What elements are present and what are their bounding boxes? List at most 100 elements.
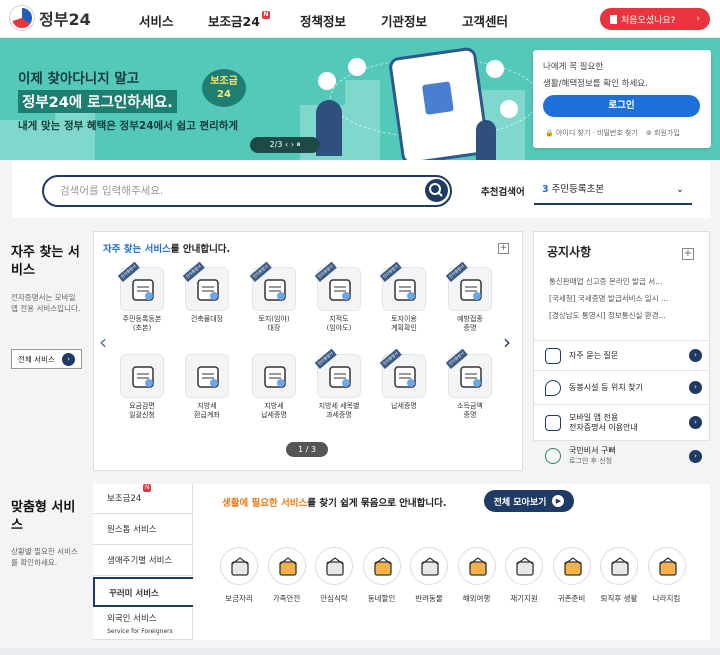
package-label: 재기지원: [510, 594, 538, 603]
service-label-sub: (초본): [132, 324, 152, 332]
first-visit-button[interactable]: 처음오셨나요? ›: [600, 8, 710, 30]
helmet-icon: [647, 547, 686, 585]
frequent-title: 자주 찾는 서비스를 안내합니다.: [103, 241, 230, 255]
next-arrow-icon[interactable]: ›: [503, 330, 511, 354]
subsidy24-badge: 보조금 24: [202, 69, 246, 107]
service-label: 토지(임야): [258, 315, 290, 323]
hero-line2: 정부24에 로그인하세요.: [18, 90, 177, 113]
service-label: 지방세 세목별: [318, 402, 360, 410]
view-all-button[interactable]: 전체 모아보기 ▶: [484, 490, 574, 512]
faq-label: 자주 묻는 질문: [569, 350, 619, 360]
notice-item[interactable]: [경상남도 통영시] 정보통신실 환경...: [549, 310, 699, 321]
package-item[interactable]: 반려동물: [406, 547, 452, 604]
search-button[interactable]: [425, 179, 448, 202]
package-label: 가족안전: [272, 594, 301, 603]
service-label-sub: 일괄신청: [129, 411, 155, 419]
custom-side-desc: 상황별 필요한 서비스를 확인하세요.: [11, 547, 78, 567]
package-item[interactable]: 귀촌준비: [549, 547, 595, 604]
service-item[interactable]: 전자증명서 지방세 세목별 과세증명: [310, 348, 368, 420]
person-illustration: [316, 100, 342, 156]
location-label: 동봉시설 등 위치 찾기: [569, 382, 643, 392]
nav-subsidy24[interactable]: 보조금24 N: [208, 11, 270, 30]
dining-icon: [315, 547, 353, 585]
service-item[interactable]: 전자증명서 주민등록등본 (초본): [113, 261, 171, 333]
service-icon-box: [252, 354, 296, 398]
gubbi-link[interactable]: 국민비서 구삐 로그인 후 신청 ›: [533, 440, 710, 471]
recommended-select[interactable]: 3 주민등록초본 ⌄: [534, 177, 692, 205]
signup-link[interactable]: ⊚ 회원가입: [646, 128, 680, 138]
login-box: 나에게 꼭 필요한 생활/혜택정보를 확인 하세요. 로그인 🔒 아이디 찾기 …: [533, 50, 711, 148]
service-item[interactable]: 전자증명서 지적도 (임야도): [310, 261, 368, 333]
search-input[interactable]: 검색어를 입력해주세요.: [42, 175, 452, 207]
package-item[interactable]: 보금자리: [216, 547, 262, 604]
package-label: 나라지킴: [652, 594, 681, 603]
mobile-app-label1: 모바일 앱 전용: [569, 412, 619, 422]
package-item[interactable]: 나라지킴: [644, 547, 690, 604]
notice-item[interactable]: 통신판매업 신고증 온라인 발급 서...: [549, 276, 699, 287]
nav-customer[interactable]: 고객센터: [462, 11, 508, 30]
service-item[interactable]: 지방세 환급계좌: [178, 354, 236, 420]
nav-service[interactable]: 서비스: [139, 11, 174, 30]
coins-icon: [460, 366, 482, 388]
package-item[interactable]: 재기지원: [501, 547, 547, 604]
custom-side-title: 맞춤형 서비스: [11, 500, 76, 533]
service-item[interactable]: 전자증명서 토지이용 계획확인: [375, 261, 433, 333]
service-item[interactable]: 전자증명서 토지(임야) 대장: [245, 261, 303, 333]
tax-doc-icon: [264, 366, 286, 388]
mail-icon: [500, 100, 518, 118]
nav-policy[interactable]: 정책정보: [300, 11, 346, 30]
prev-arrow-icon[interactable]: ‹: [99, 330, 107, 354]
new-badge: N: [143, 484, 152, 492]
service-item[interactable]: 지방세 납세증명: [245, 354, 303, 420]
login-text1: 나에게 꼭 필요한: [543, 62, 604, 72]
service-item[interactable]: 요금감면 일괄신청: [113, 354, 171, 420]
tab-foreigner[interactable]: 외국인 서비스 Service for Foreigners: [93, 608, 193, 640]
tab-lifecycle[interactable]: 생애주기별 서비스: [93, 546, 193, 576]
service-icon-box: 전자증명서: [445, 261, 492, 311]
site-logo[interactable]: 정부24: [10, 6, 91, 30]
service-label-sub: 대장: [267, 324, 281, 332]
service-item[interactable]: 전자증명서 예방접종 증명: [441, 261, 499, 333]
tab-label: 보조금24: [107, 494, 142, 504]
package-item[interactable]: 해외여행: [454, 547, 500, 604]
find-id-password-link[interactable]: 🔒 아이디 찾기 · 비밀번호 찾기: [545, 128, 638, 138]
all-services-button[interactable]: 전체 서비스 ›: [11, 349, 82, 369]
location-link[interactable]: 동봉시설 등 위치 찾기 ›: [533, 370, 710, 404]
service-item[interactable]: 전자증명서 납세증명: [375, 348, 433, 411]
package-item[interactable]: 퇴직후 생활: [596, 547, 642, 604]
freq-side-desc: 전자증명서는 모바일 앱 전용 서비스입니다.: [11, 293, 81, 313]
package-label: 반려동물: [415, 594, 443, 603]
package-label: 안심식탁: [320, 594, 348, 603]
service-item[interactable]: 전자증명서 건축물대장: [178, 261, 236, 324]
service-label: 지방세: [197, 402, 217, 410]
mobile-app-link[interactable]: 모바일 앱 전용 전자증명서 이용안내 ›: [533, 404, 710, 440]
custom-title: 생활에 필요한 서비스를 찾기 쉽게 묶음으로 안내합니다.: [222, 495, 446, 509]
faq-link[interactable]: 자주 묻는 질문 ›: [533, 340, 710, 370]
house-icon: [220, 547, 258, 585]
services-pager[interactable]: 1 / 3: [286, 442, 328, 457]
expand-plus-icon[interactable]: +: [498, 243, 509, 254]
calculator-icon: [600, 547, 638, 585]
wheelchair-icon: [452, 78, 470, 96]
notice-more-plus-icon[interactable]: +: [682, 248, 694, 260]
service-icon-box: 전자증명서: [182, 261, 229, 311]
service-icon-box: 전자증명서: [379, 261, 426, 311]
tab-package[interactable]: 꾸러미 서비스: [93, 577, 193, 607]
notice-item[interactable]: [국세청] 국세증명 발급서비스 일시 ...: [549, 293, 699, 304]
service-label-sub: (임야도): [326, 324, 352, 332]
tab-onestop[interactable]: 원스톱 서비스: [93, 515, 193, 545]
package-item[interactable]: 안심식탁: [311, 547, 357, 604]
package-label: 보금자리: [225, 594, 253, 603]
package-item[interactable]: 동네할인: [359, 547, 405, 604]
tab-subsidy24[interactable]: 보조금24N: [93, 484, 193, 514]
id-card-icon: [132, 279, 154, 301]
service-item[interactable]: 전자증명서 소득금액 증명: [441, 348, 499, 420]
hero-pager[interactable]: 2/3 ‹ › ⏸: [250, 137, 320, 153]
service-label: 토지이용: [391, 315, 417, 323]
package-item[interactable]: 가족안전: [264, 547, 310, 604]
login-button[interactable]: 로그인: [543, 95, 700, 117]
tab-sub-label: Service for Foreigners: [107, 628, 173, 635]
arrow-right-icon: ›: [689, 349, 702, 362]
nav-agency[interactable]: 기관정보: [381, 11, 427, 30]
new-badge: N: [261, 11, 270, 19]
